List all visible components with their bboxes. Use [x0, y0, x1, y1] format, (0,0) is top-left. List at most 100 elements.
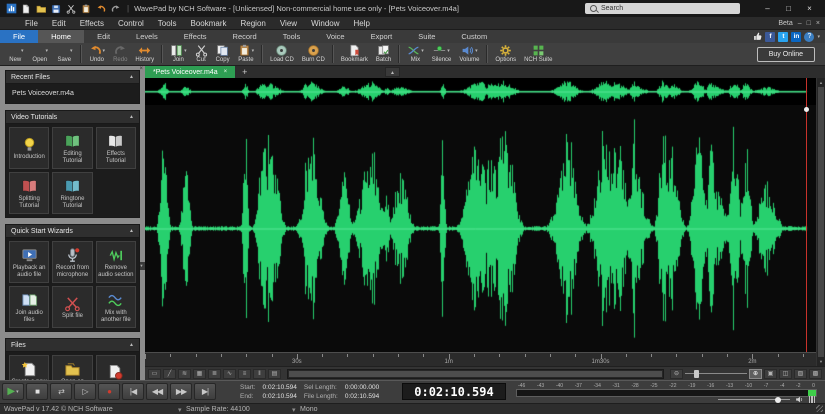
horizontal-scrollbar[interactable]: [287, 369, 664, 379]
facebook-icon[interactable]: f: [765, 32, 775, 42]
waveform-view-icon[interactable]: ∿: [223, 369, 236, 379]
record-button[interactable]: ●: [98, 383, 120, 400]
mdi-minimize-icon[interactable]: –: [798, 20, 802, 27]
play-button[interactable]: ▶▾: [2, 383, 24, 400]
channels-dropdown-icon[interactable]: ▾: [292, 406, 296, 414]
fast-forward-button[interactable]: ▶▶: [170, 383, 192, 400]
menu-item-control[interactable]: Control: [111, 19, 151, 28]
main-waveform[interactable]: [145, 105, 816, 352]
like-icon[interactable]: [752, 32, 762, 42]
close-button[interactable]: ×: [799, 1, 820, 16]
quick-floppy-icon[interactable]: [50, 3, 62, 15]
playback-cursor[interactable]: [806, 105, 807, 352]
zoom-slider[interactable]: [685, 369, 747, 379]
copy-button[interactable]: Copy: [212, 44, 234, 65]
menu-item-edit[interactable]: Edit: [45, 19, 73, 28]
resize-grip[interactable]: [816, 405, 823, 412]
zoom-fit-button[interactable]: ▣: [764, 369, 777, 379]
envelope-tool-icon[interactable]: ≋: [178, 369, 191, 379]
ribbon-tab-effects[interactable]: Effects: [171, 30, 220, 43]
save-button[interactable]: ▾Save: [52, 44, 77, 65]
bookmark-button[interactable]: Bookmark: [337, 44, 372, 65]
zoom-selection-button[interactable]: ◫: [779, 369, 792, 379]
tile-effects-tutorial[interactable]: Effects Tutorial: [96, 127, 136, 169]
ribbon-tab-tools[interactable]: Tools: [270, 30, 314, 43]
ribbon-tab-suite[interactable]: Suite: [405, 30, 448, 43]
cursor-handle[interactable]: [804, 107, 809, 112]
collapse-overview-button[interactable]: ▲: [385, 67, 400, 77]
section-header[interactable]: Quick Start Wizards▲: [5, 224, 140, 238]
quick-redo-icon[interactable]: [110, 3, 122, 15]
new-button[interactable]: ▾New: [3, 44, 28, 65]
help-icon[interactable]: ?: [804, 32, 814, 42]
pencil-tool-icon[interactable]: ╱: [163, 369, 176, 379]
stop-button[interactable]: ■: [26, 383, 48, 400]
mixer-icon[interactable]: [809, 396, 816, 403]
nchsuite-button[interactable]: NCH Suite: [520, 44, 556, 65]
scroll-up-icon[interactable]: ▲: [817, 78, 825, 87]
timeline-ruler[interactable]: 30s1m1m30s2m: [145, 352, 816, 366]
section-header[interactable]: Files▲: [5, 338, 140, 352]
cut-button[interactable]: Cut: [191, 44, 212, 65]
menu-item-file[interactable]: File: [18, 19, 45, 28]
ribbon-tab-custom[interactable]: Custom: [448, 30, 500, 43]
tile-remove-audio-section[interactable]: Remove audio section: [96, 241, 136, 283]
menu-item-tools[interactable]: Tools: [151, 19, 184, 28]
tile-ringtone-tutorial[interactable]: Ringtone Tutorial: [52, 172, 92, 214]
ribbon-tab-levels[interactable]: Levels: [123, 30, 171, 43]
buy-online-button[interactable]: Buy Online: [757, 47, 815, 62]
join-button[interactable]: ▾Join: [166, 44, 191, 65]
tile-create-a-new-file[interactable]: Create a new file: [9, 355, 49, 380]
twitter-icon[interactable]: t: [778, 32, 788, 42]
burncd-button[interactable]: Burn CD: [298, 44, 329, 65]
menu-item-help[interactable]: Help: [347, 19, 377, 28]
menu-item-region[interactable]: Region: [234, 19, 273, 28]
paste-button[interactable]: ▾Paste: [234, 44, 259, 65]
mdi-restore-icon[interactable]: □: [807, 20, 811, 27]
tile-record-from-microphone[interactable]: Record from microphone: [52, 241, 92, 283]
list-view-icon[interactable]: ≡: [238, 369, 251, 379]
help-dropdown-icon[interactable]: ▾: [817, 34, 820, 40]
tile-split-file[interactable]: Split file: [52, 286, 92, 328]
zoom-full-button[interactable]: ▩: [809, 369, 822, 379]
section-header[interactable]: Recent Files▲: [5, 70, 140, 84]
quick-cut-icon[interactable]: [65, 3, 77, 15]
quick-doc-icon[interactable]: [20, 3, 32, 15]
tile-editing-tutorial[interactable]: Editing Tutorial: [52, 127, 92, 169]
tile-mix-with-another-file[interactable]: Mix with another file: [96, 286, 136, 328]
go-to-end-button[interactable]: ▶|: [194, 383, 216, 400]
menu-item-view[interactable]: View: [273, 19, 304, 28]
text-view-icon[interactable]: ≣: [208, 369, 221, 379]
minimize-button[interactable]: –: [757, 1, 778, 16]
maximize-button[interactable]: □: [778, 1, 799, 16]
batch-button[interactable]: Batch: [372, 44, 395, 65]
tile-introduction[interactable]: Introduction: [9, 127, 49, 169]
ribbon-tab-voice[interactable]: Voice: [313, 30, 357, 43]
recent-file-item[interactable]: Pets Voiceover.m4a: [9, 87, 136, 100]
ribbon-tab-record[interactable]: Record: [220, 30, 270, 43]
loop-button[interactable]: ⇄: [50, 383, 72, 400]
quick-paste-icon[interactable]: [80, 3, 92, 15]
options-button[interactable]: Options: [491, 44, 520, 65]
grid-view-icon[interactable]: ▤: [268, 369, 281, 379]
menu-item-bookmark[interactable]: Bookmark: [183, 19, 233, 28]
channels-value[interactable]: Mono: [300, 406, 318, 413]
horizontal-scroll-thumb[interactable]: [289, 371, 662, 377]
zoom-out-button[interactable]: ⊖: [670, 369, 683, 379]
open-button[interactable]: ▾Open: [28, 44, 53, 65]
tile-join-audio-files[interactable]: Join audio files: [9, 286, 49, 328]
overview-waveform[interactable]: [145, 78, 816, 106]
section-header[interactable]: Video Tutorials▲: [5, 110, 140, 124]
undo-button[interactable]: ▾Undo: [85, 44, 110, 65]
mdi-close-icon[interactable]: ×: [816, 20, 820, 27]
dual-view-icon[interactable]: ‖: [253, 369, 266, 379]
vertical-scroll-thumb[interactable]: [818, 87, 824, 357]
volume-button[interactable]: ▾Volume: [455, 44, 483, 65]
new-tab-button[interactable]: +: [235, 66, 254, 78]
volume-slider-thumb[interactable]: [775, 397, 781, 403]
volume-slider[interactable]: [718, 399, 790, 400]
vertical-scrollbar[interactable]: ▲ ▼: [816, 78, 825, 366]
play-selection-button[interactable]: ▷: [74, 383, 96, 400]
sidebar-close-icon[interactable]: ×: [139, 66, 143, 72]
quick-undo-icon[interactable]: [95, 3, 107, 15]
